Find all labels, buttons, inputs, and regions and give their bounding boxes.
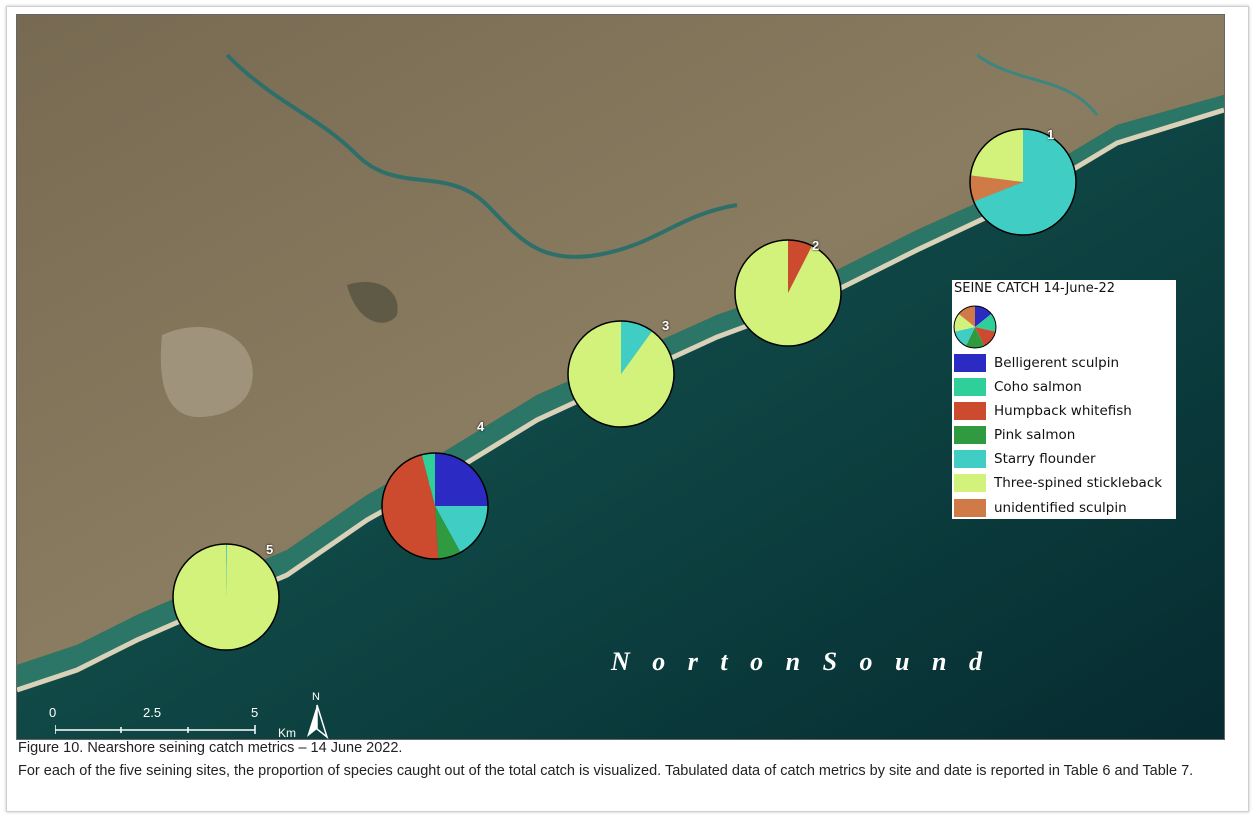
legend-item-pink-salmon: Pink salmon	[954, 425, 1075, 445]
pie-site-3[interactable]	[567, 320, 675, 428]
site-label-4: 4	[477, 419, 485, 434]
scale-bar-line	[55, 725, 256, 734]
legend-item-coho-salmon: Coho salmon	[954, 377, 1082, 397]
legend-swatch	[954, 378, 986, 396]
water-body-label: N o r t o n S o u n d	[611, 647, 990, 676]
scale-unit: Km	[278, 726, 296, 740]
legend-label: Coho salmon	[994, 379, 1082, 395]
legend-label: Belligerent sculpin	[994, 355, 1120, 371]
legend-swatch	[954, 450, 986, 468]
legend-label: Humpback whitefish	[994, 403, 1132, 419]
north-arrow-icon: N	[305, 691, 331, 739]
pie-site-1[interactable]	[969, 128, 1077, 236]
legend-pie-icon	[953, 305, 997, 349]
legend-item-three-spined-stickleback: Three-spined stickleback	[954, 473, 1162, 493]
legend-label: Pink salmon	[994, 427, 1076, 443]
map-legend: SEINE CATCH 14-June-22 Belligerent sculp…	[952, 280, 1176, 519]
pie-site-2[interactable]	[734, 239, 842, 347]
legend-item-starry-flounder: Starry flounder	[954, 449, 1096, 469]
site-label-1: 1	[1047, 127, 1055, 142]
site-label-3: 3	[662, 318, 670, 333]
pie-site-5[interactable]	[172, 543, 280, 651]
legend-label: Starry flounder	[994, 451, 1096, 467]
legend-swatch	[954, 426, 986, 444]
north-arrow-shape	[307, 704, 329, 739]
scale-bar: 0 2.5 5 Km	[49, 705, 296, 739]
site-label-2: 2	[812, 238, 820, 253]
pie-site-4[interactable]	[381, 452, 489, 560]
legend-label: unidentified sculpin	[994, 500, 1127, 516]
legend-swatch	[954, 474, 986, 492]
legend-swatch	[954, 402, 986, 420]
site-label-5: 5	[266, 542, 274, 557]
caption-title: Figure 10. Nearshore seining catch metri…	[18, 740, 403, 756]
figure-caption: Figure 10. Nearshore seining catch metri…	[18, 740, 1243, 780]
north-label: N	[312, 691, 320, 703]
legend-title: SEINE CATCH 14-June-22	[954, 281, 1115, 296]
legend-item-unidentified-sculpin: unidentified sculpin	[954, 498, 1127, 518]
legend-swatch	[954, 354, 986, 372]
legend-item-belligerent-sculpin: Belligerent sculpin	[954, 353, 1119, 373]
legend-label: Three-spined stickleback	[994, 475, 1163, 491]
caption-body: For each of the five seining sites, the …	[18, 763, 1194, 779]
legend-item-humpback-whitefish: Humpback whitefish	[954, 401, 1132, 421]
legend-swatch	[954, 499, 986, 517]
